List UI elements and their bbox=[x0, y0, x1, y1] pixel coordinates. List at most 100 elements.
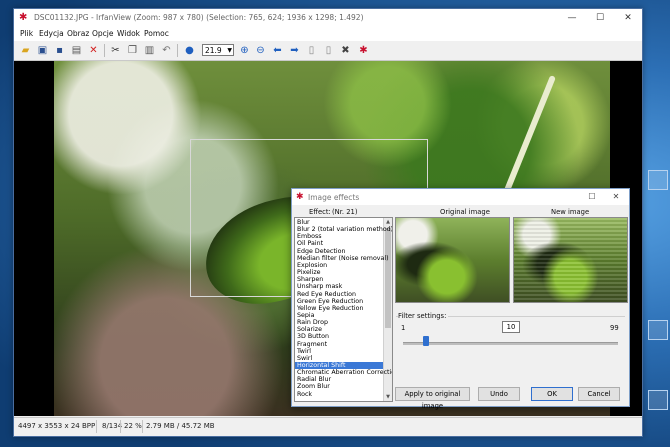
ok-button[interactable]: OK bbox=[531, 387, 573, 401]
effect-list-item[interactable]: Rain Drop bbox=[297, 319, 328, 326]
close-button[interactable]: ✕ bbox=[604, 189, 628, 205]
effect-list-item[interactable]: Swirl bbox=[297, 355, 312, 362]
effect-list-item[interactable]: Solarize bbox=[297, 326, 322, 333]
effect-list-item[interactable]: Yellow Eye Reduction bbox=[297, 305, 363, 312]
slider-max-label: 99 bbox=[610, 324, 619, 332]
next-icon[interactable]: ➡ bbox=[288, 44, 301, 57]
first-page-icon[interactable]: ▯ bbox=[305, 44, 318, 57]
original-preview-image bbox=[396, 218, 509, 302]
undo-button[interactable]: Undo bbox=[478, 387, 520, 401]
effect-list-item[interactable]: Edge Detection bbox=[297, 248, 345, 255]
menu-image[interactable]: Obraz bbox=[67, 29, 89, 38]
maximize-button[interactable]: ☐ bbox=[586, 9, 614, 27]
filter-value-input[interactable]: 10 bbox=[502, 321, 520, 333]
effect-list-item[interactable]: Explosion bbox=[297, 262, 327, 269]
zoom-in-icon[interactable]: ⊕ bbox=[238, 44, 251, 57]
effect-list-item[interactable]: Chromatic Aberration Correction bbox=[297, 369, 392, 376]
original-image-label: Original image bbox=[440, 208, 490, 216]
paste-icon[interactable]: ▥ bbox=[143, 44, 156, 57]
dialog-title-bar[interactable]: ✱ Image effects ☐ ✕ bbox=[292, 189, 629, 205]
apply-to-original-button[interactable]: Apply to original image bbox=[395, 387, 470, 410]
status-bar: 4497 x 3553 x 24 BPP 8/134 22 % 2.79 MB … bbox=[14, 417, 642, 436]
effect-list-item[interactable]: Rock bbox=[297, 391, 312, 398]
minimize-button[interactable]: — bbox=[558, 9, 586, 27]
info-icon[interactable]: ● bbox=[183, 44, 196, 57]
open-icon[interactable]: ▰ bbox=[19, 44, 32, 57]
original-image-preview bbox=[395, 217, 510, 303]
toolbar-separator bbox=[177, 44, 178, 57]
scroll-up-icon[interactable]: ▲ bbox=[384, 218, 392, 226]
copy-icon[interactable]: ❐ bbox=[126, 44, 139, 57]
menu-help[interactable]: Pomoc bbox=[144, 29, 169, 38]
maximize-button[interactable]: ☐ bbox=[580, 189, 604, 205]
zoom-combobox[interactable]: 21.9 ▼ bbox=[202, 44, 234, 56]
toolbar: ▰ ▣ ▪ ▤ ✕ ✂ ❐ ▥ ↶ ● 21.9 ▼ ⊕ ⊖ ⬅ ➡ ▯ ▯ ✖… bbox=[14, 41, 642, 61]
settings-icon[interactable]: ✖ bbox=[339, 44, 352, 57]
new-preview-image bbox=[514, 218, 627, 302]
delete-icon[interactable]: ✕ bbox=[87, 44, 100, 57]
dialog-title: Image effects bbox=[308, 193, 360, 202]
menu-file[interactable]: Plik bbox=[20, 29, 33, 38]
slideshow-icon[interactable]: ▣ bbox=[36, 44, 49, 57]
toolbar-separator bbox=[104, 44, 105, 57]
desktop-icon[interactable] bbox=[648, 320, 668, 340]
menu-edit[interactable]: Edycja bbox=[39, 29, 64, 38]
irfanview-icon[interactable]: ✱ bbox=[357, 44, 370, 57]
undo-icon[interactable]: ↶ bbox=[160, 44, 173, 57]
zoom-out-icon[interactable]: ⊖ bbox=[254, 44, 267, 57]
effect-count-label: (Nr. 21) bbox=[332, 208, 358, 216]
title-bar[interactable]: ✱ DSC01132.JPG - IrfanView (Zoom: 987 x … bbox=[14, 9, 642, 27]
filter-settings-label: Filter settings: bbox=[398, 312, 449, 320]
effect-list-item[interactable]: Unsharp mask bbox=[297, 283, 342, 290]
status-dimensions: 4497 x 3553 x 24 BPP bbox=[18, 422, 96, 430]
effect-list-item[interactable]: Emboss bbox=[297, 233, 322, 240]
effect-list-item[interactable]: Red Eye Reduction bbox=[297, 291, 356, 298]
effect-list-item[interactable]: Twirl bbox=[297, 348, 311, 355]
menu-options[interactable]: Opcje bbox=[92, 29, 114, 38]
effect-listbox[interactable]: ▲ ▼ Blur Blur 2 (total variation method) E… bbox=[294, 217, 393, 402]
effect-list-item[interactable]: Pixelize bbox=[297, 269, 321, 276]
slider-min-label: 1 bbox=[401, 324, 406, 332]
effect-list-item[interactable]: Blur 2 (total variation method) bbox=[297, 226, 392, 233]
effect-list-item[interactable]: Fragment bbox=[297, 341, 327, 348]
effect-list-item[interactable]: Zoom Blur bbox=[297, 383, 330, 390]
effect-list-item[interactable]: Sepia bbox=[297, 312, 314, 319]
window-title: DSC01132.JPG - IrfanView (Zoom: 987 x 78… bbox=[34, 13, 364, 22]
status-separator bbox=[120, 420, 121, 433]
effect-label: Effect: bbox=[309, 208, 331, 216]
new-image-label: New image bbox=[551, 208, 590, 216]
scroll-thumb[interactable] bbox=[385, 228, 391, 328]
effect-list-item[interactable]: Horizontal Shift bbox=[295, 362, 383, 370]
filter-slider-track[interactable] bbox=[403, 342, 618, 345]
chevron-down-icon[interactable]: ▼ bbox=[227, 45, 232, 57]
print-icon[interactable]: ▤ bbox=[70, 44, 83, 57]
menu-bar: Plik Edycja Obraz Opcje Widok Pomoc bbox=[14, 27, 642, 41]
cut-icon[interactable]: ✂ bbox=[109, 44, 122, 57]
new-image-preview bbox=[513, 217, 628, 303]
effect-list-item[interactable]: Median filter (Noise removal) bbox=[297, 255, 389, 262]
filter-slider-thumb[interactable] bbox=[423, 336, 429, 346]
cancel-button[interactable]: Cancel bbox=[578, 387, 620, 401]
menu-view[interactable]: Widok bbox=[117, 29, 140, 38]
status-separator bbox=[96, 420, 97, 433]
irfanview-app-icon: ✱ bbox=[296, 192, 304, 202]
effect-list-item[interactable]: Blur bbox=[297, 219, 310, 226]
effect-list-item[interactable]: Oil Paint bbox=[297, 240, 323, 247]
last-page-icon[interactable]: ▯ bbox=[322, 44, 335, 57]
image-effects-dialog: ✱ Image effects ☐ ✕ Effect: (Nr. 21) Ori… bbox=[291, 188, 630, 410]
zoom-value: 21.9 bbox=[205, 46, 222, 55]
effect-list-item[interactable]: 3D Button bbox=[297, 333, 329, 340]
scroll-down-icon[interactable]: ▼ bbox=[384, 393, 392, 401]
irfanview-app-icon[interactable]: ✱ bbox=[19, 13, 29, 23]
effect-list-item[interactable]: Radial Blur bbox=[297, 376, 331, 383]
save-icon[interactable]: ▪ bbox=[53, 44, 66, 57]
previous-icon[interactable]: ⬅ bbox=[271, 44, 284, 57]
effect-list-item[interactable]: Sharpen bbox=[297, 276, 323, 283]
desktop-icon[interactable] bbox=[648, 390, 668, 410]
status-separator bbox=[142, 420, 143, 433]
close-button[interactable]: ✕ bbox=[614, 9, 642, 27]
status-zoom: 22 % bbox=[124, 422, 142, 430]
status-size: 2.79 MB / 45.72 MB bbox=[146, 422, 215, 430]
desktop-icon[interactable] bbox=[648, 170, 668, 190]
effect-list-item[interactable]: Green Eye Reduction bbox=[297, 298, 363, 305]
